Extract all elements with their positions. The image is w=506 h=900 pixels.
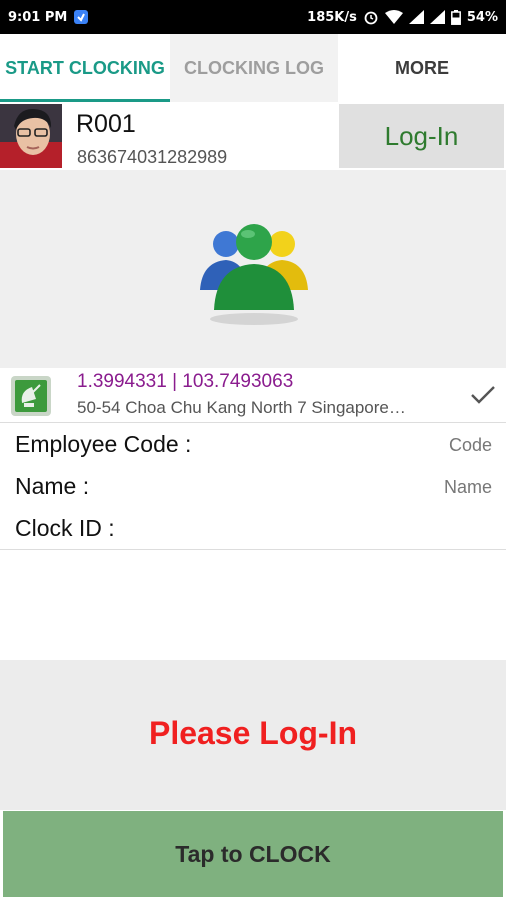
battery-percent: 54%	[466, 9, 498, 25]
tab-bar: START CLOCKING CLOCKING LOG MORE	[0, 34, 506, 102]
name-row: Name : Name	[0, 465, 506, 508]
battery-icon	[450, 9, 461, 25]
status-bar-left: 9:01 PM	[8, 9, 89, 25]
network-speed: 185K/s	[307, 9, 357, 25]
signal-icon	[429, 10, 445, 24]
checkmark-icon[interactable]	[470, 384, 496, 411]
status-bar-right: 185K/s 54%	[307, 9, 498, 25]
satellite-icon	[10, 375, 52, 422]
status-bar: 9:01 PM 185K/s 54%	[0, 0, 506, 34]
message-area: Please Log-In	[0, 660, 506, 810]
location-address: 50-54 Choa Chu Kang North 7 Singapore…	[77, 398, 406, 417]
clock-id-label: Clock ID :	[15, 515, 115, 541]
employee-code-label: Employee Code :	[15, 431, 192, 457]
user-id: R001	[76, 110, 136, 138]
users-group-icon	[196, 220, 312, 333]
tap-to-clock-button[interactable]: Tap to CLOCK	[3, 811, 503, 897]
name-label: Name :	[15, 473, 90, 499]
signal-icon	[408, 10, 424, 24]
name-field[interactable]: Name	[444, 477, 492, 498]
login-prompt-message: Please Log-In	[148, 714, 358, 751]
wifi-icon	[384, 10, 403, 24]
app-notification-icon	[73, 9, 89, 25]
device-number: 863674031282989	[77, 147, 228, 167]
avatar	[0, 104, 62, 168]
login-button[interactable]: Log-In	[339, 104, 504, 168]
employee-code-field[interactable]: Code	[449, 435, 492, 456]
tab-start-clocking[interactable]: START CLOCKING	[0, 34, 170, 102]
tab-clocking-log[interactable]: CLOCKING LOG	[170, 34, 338, 102]
tab-more[interactable]: MORE	[338, 34, 506, 102]
alarm-icon	[363, 9, 379, 25]
status-time: 9:01 PM	[8, 9, 68, 25]
employee-code-row: Employee Code : Code	[0, 423, 506, 466]
gps-coordinates: 1.3994331 | 103.7493063	[77, 371, 294, 392]
clock-id-row: Clock ID :	[0, 507, 506, 550]
